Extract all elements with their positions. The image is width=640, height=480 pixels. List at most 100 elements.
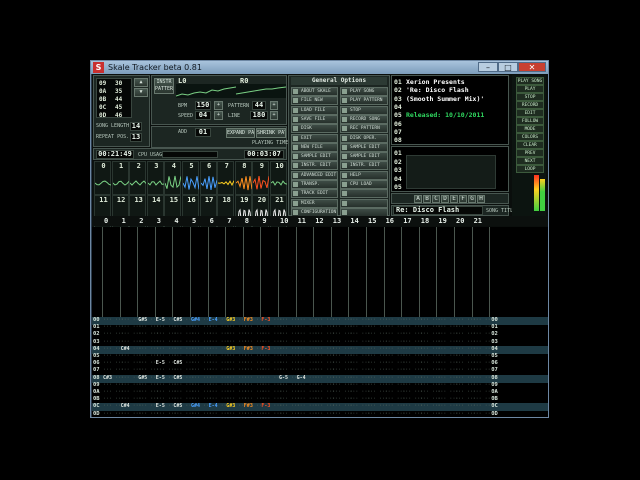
option-button[interactable]: REC PATTERN bbox=[340, 124, 388, 134]
channel-scope[interactable]: 6 bbox=[199, 161, 217, 195]
note-cell[interactable]: G#3 bbox=[226, 345, 236, 352]
option-button[interactable]: SAMPLE EDIT bbox=[340, 152, 388, 162]
minimize-button[interactable]: – bbox=[478, 62, 498, 72]
channel-scope[interactable]: 7 bbox=[217, 161, 235, 195]
side-button[interactable]: RECORD bbox=[516, 101, 544, 109]
channel-number[interactable]: 19 bbox=[438, 217, 454, 225]
option-button[interactable]: INSTR. EDIT bbox=[340, 161, 388, 171]
line-up-button[interactable]: + bbox=[270, 111, 278, 120]
letter-button[interactable]: C bbox=[432, 195, 440, 203]
speed-up-button[interactable]: + bbox=[214, 111, 223, 120]
note-cell[interactable]: E-5 bbox=[155, 360, 165, 367]
note-cell[interactable]: G-5 bbox=[279, 374, 289, 381]
expand-pattern-button[interactable]: EXPAND PATTERN bbox=[226, 128, 255, 138]
note-cell[interactable]: C#5 bbox=[173, 374, 183, 381]
pattern-editor[interactable]: 00 00 ··· ··· ··· ··· ··· ··· ··· ··· ··· ··· ·… bbox=[92, 317, 548, 417]
side-button[interactable]: LOOP bbox=[516, 165, 544, 173]
side-button[interactable]: COLORS bbox=[516, 133, 544, 141]
channel-scope[interactable]: 9 bbox=[252, 161, 270, 195]
channel-number[interactable]: 20 bbox=[456, 217, 472, 225]
side-button[interactable]: NEXT bbox=[516, 157, 544, 165]
option-button[interactable]: EXIT bbox=[291, 133, 338, 143]
channel-number[interactable]: 18 bbox=[421, 217, 437, 225]
channel-scope[interactable]: 5 bbox=[182, 161, 199, 195]
channel-number[interactable]: 12 bbox=[315, 217, 331, 225]
note-cell[interactable]: C#5 bbox=[173, 317, 183, 323]
song-title-field[interactable]: Re: Disco Flash bbox=[393, 206, 483, 215]
channel-scope[interactable]: 10 bbox=[270, 161, 287, 195]
channel-number[interactable]: 15 bbox=[368, 217, 384, 225]
title-bar[interactable]: S Skale Tracker beta 0.81 – □ ✕ bbox=[91, 61, 548, 74]
option-button[interactable]: PLAY PATTERN bbox=[340, 96, 388, 106]
note-cell[interactable]: G#3 bbox=[226, 403, 236, 410]
message-editor-area[interactable] bbox=[406, 155, 496, 189]
channel-number[interactable]: 14 bbox=[350, 217, 366, 225]
channel-number[interactable]: 17 bbox=[403, 217, 419, 225]
side-button[interactable]: CLEAR bbox=[516, 141, 544, 149]
channel-scope[interactable]: 0 bbox=[94, 161, 111, 195]
channel-number[interactable]: 3 bbox=[157, 217, 173, 225]
option-button[interactable]: DISK bbox=[291, 124, 338, 134]
letter-button[interactable]: A bbox=[414, 195, 422, 203]
note-cell[interactable]: C#3 bbox=[103, 374, 113, 381]
channel-number[interactable]: 11 bbox=[298, 217, 314, 225]
channel-scope[interactable]: 1 bbox=[111, 161, 129, 195]
channel-number[interactable]: 7 bbox=[227, 217, 243, 225]
note-cell[interactable]: G#4 bbox=[191, 403, 201, 410]
option-button[interactable]: TRANSP. bbox=[291, 180, 338, 189]
note-cell[interactable]: F-3 bbox=[261, 403, 271, 410]
channel-number[interactable]: 13 bbox=[333, 217, 349, 225]
channel-scope[interactable]: 8 bbox=[234, 161, 252, 195]
side-button[interactable]: STOP bbox=[516, 93, 544, 101]
instr-pattern-button[interactable]: INSTR PATTERN bbox=[154, 78, 174, 94]
note-cell[interactable]: F-3 bbox=[261, 317, 271, 323]
close-button[interactable]: ✕ bbox=[518, 62, 546, 72]
note-cell[interactable]: E-5 bbox=[155, 374, 165, 381]
channel-number[interactable]: 10 bbox=[280, 217, 296, 225]
note-cell[interactable]: E-4 bbox=[208, 317, 218, 323]
option-button[interactable]: STOP bbox=[340, 105, 388, 115]
side-button[interactable]: PLAY PATT. bbox=[516, 85, 544, 99]
option-button[interactable]: TRACK EDIT bbox=[291, 189, 338, 199]
option-button[interactable]: INSTR. EDIT bbox=[291, 161, 338, 171]
channel-number[interactable]: 8 bbox=[245, 217, 261, 225]
note-cell[interactable]: E-5 bbox=[155, 403, 165, 410]
note-cell[interactable]: C#4 bbox=[120, 403, 130, 410]
side-button[interactable]: FOLLOW bbox=[516, 117, 544, 125]
channel-number[interactable]: 9 bbox=[262, 217, 278, 225]
note-cell[interactable]: G#5 bbox=[138, 374, 148, 381]
option-button[interactable]: DISK OPER. bbox=[340, 133, 388, 143]
option-button[interactable] bbox=[340, 198, 388, 208]
channel-scope[interactable]: 4 bbox=[164, 161, 182, 195]
channel-scope[interactable]: 2 bbox=[129, 161, 147, 195]
letter-button[interactable]: F bbox=[459, 195, 467, 203]
channel-number[interactable]: 2 bbox=[139, 217, 155, 225]
note-cell[interactable]: G#4 bbox=[191, 317, 201, 323]
option-button[interactable]: MIXER bbox=[291, 198, 338, 208]
bpm-up-button[interactable]: + bbox=[214, 101, 223, 110]
option-button[interactable]: CPU LOAD bbox=[340, 180, 388, 189]
option-button[interactable]: SAMPLE EDIT bbox=[340, 142, 388, 152]
channel-number[interactable]: 6 bbox=[210, 217, 226, 225]
option-button[interactable]: RECORD SONG bbox=[340, 114, 388, 124]
channel-number[interactable]: 5 bbox=[192, 217, 208, 225]
channel-number[interactable]: 4 bbox=[174, 217, 190, 225]
side-button[interactable]: EDIT bbox=[516, 109, 544, 117]
channel-number[interactable]: 0 bbox=[104, 217, 120, 225]
note-cell[interactable]: E-4 bbox=[208, 403, 218, 410]
letter-button[interactable]: G bbox=[468, 195, 476, 203]
option-button[interactable]: ADVANCED EDIT bbox=[291, 170, 338, 180]
note-cell[interactable]: F#3 bbox=[243, 403, 253, 410]
pattern-row[interactable]: 0D 0D ··· ··· ··· ··· ··· ··· ··· ··· ··· ··· ·… bbox=[92, 411, 548, 417]
option-button[interactable]: SAMPLE EDIT bbox=[291, 152, 338, 162]
option-button[interactable]: HELP bbox=[340, 170, 388, 180]
note-cell[interactable]: C#5 bbox=[173, 360, 183, 367]
channel-scope[interactable]: 3 bbox=[146, 161, 164, 195]
pattern-up-button[interactable]: + bbox=[270, 101, 278, 110]
option-button[interactable]: ABOUT SKALE bbox=[291, 87, 338, 96]
option-button[interactable]: PLAY SONG bbox=[340, 87, 388, 96]
side-button[interactable]: MODE bbox=[516, 125, 544, 133]
note-cell[interactable]: G#5 bbox=[138, 317, 148, 323]
note-cell[interactable]: G-4 bbox=[296, 374, 306, 381]
option-button[interactable]: NEW FILE bbox=[291, 142, 338, 152]
